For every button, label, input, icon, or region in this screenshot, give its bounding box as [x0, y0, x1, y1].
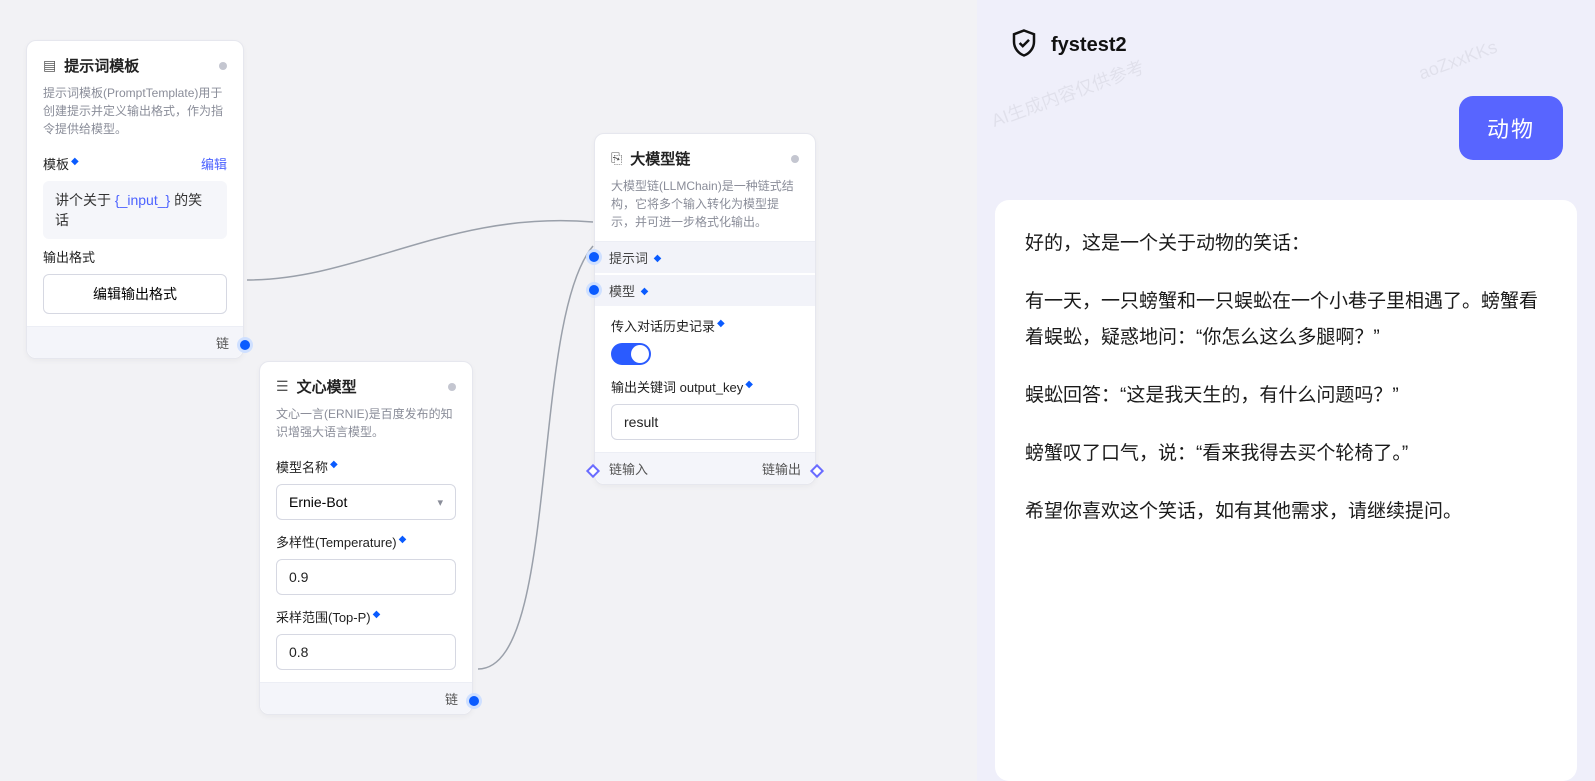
node-description: 文心一言(ERNIE)是百度发布的知识增强大语言模型。	[260, 401, 472, 451]
template-value-box[interactable]: 讲个关于 {_input_} 的笑话	[43, 181, 227, 239]
node-title: 文心模型	[297, 376, 357, 397]
status-dot	[448, 383, 456, 391]
chat-header: fystest2	[977, 0, 1595, 83]
prompt-row-label: 提示词	[609, 251, 648, 266]
chevron-down-icon: ▾	[437, 496, 443, 509]
template-field-label: 模板	[43, 154, 69, 173]
history-label: 传入对话历史记录	[611, 316, 715, 335]
template-icon: ▤	[43, 57, 56, 74]
topp-label: 采样范围(Top-P)	[276, 607, 371, 626]
template-text-prefix: 讲个关于	[55, 192, 111, 208]
template-variable: {_input_}	[115, 192, 170, 208]
model-name-label: 模型名称	[276, 457, 328, 476]
chat-title: fystest2	[1051, 34, 1127, 57]
prompt-template-node[interactable]: ▤ 提示词模板 提示词模板(PromptTemplate)用于创建提示并定义输出…	[26, 40, 244, 359]
required-marker: ◆	[745, 379, 753, 390]
output-port[interactable]	[240, 340, 250, 350]
edit-template-link[interactable]: 编辑	[201, 154, 227, 173]
status-dot	[791, 155, 799, 163]
flow-canvas[interactable]: ▤ 提示词模板 提示词模板(PromptTemplate)用于创建提示并定义输出…	[0, 0, 977, 781]
temperature-label: 多样性(Temperature)	[276, 532, 397, 551]
link-icon: ⎘	[611, 150, 622, 167]
history-toggle[interactable]	[611, 343, 651, 365]
edit-output-format-button[interactable]: 编辑输出格式	[43, 274, 227, 314]
required-marker: ◆	[641, 286, 649, 297]
chain-input-label: 链输入	[609, 459, 648, 478]
assistant-paragraph: 好的，这是一个关于动物的笑话：	[1025, 226, 1547, 262]
status-dot	[219, 62, 227, 70]
model-input-row: 模型 ◆	[595, 275, 815, 306]
model-name-value: Ernie-Bot	[289, 494, 347, 510]
model-name-select[interactable]: Ernie-Bot ▾	[276, 484, 456, 520]
node-description: 大模型链(LLMChain)是一种链式结构，它将多个输入转化为模型提示，并可进一…	[595, 173, 815, 241]
topp-input[interactable]: 0.8	[276, 634, 456, 670]
node-description: 提示词模板(PromptTemplate)用于创建提示并定义输出格式，作为指令提…	[27, 80, 243, 148]
model-icon: ☰	[276, 378, 289, 395]
prompt-input-row: 提示词 ◆	[595, 241, 815, 273]
assistant-paragraph: 蜈蚣回答：“这是我天生的，有什么问题吗？”	[1025, 378, 1547, 414]
required-marker: ◆	[373, 609, 381, 620]
required-marker: ◆	[399, 534, 407, 545]
output-format-label: 输出格式	[43, 247, 95, 266]
footer-chain-label: 链	[216, 333, 229, 352]
required-marker: ◆	[654, 253, 662, 264]
output-port[interactable]	[469, 696, 479, 706]
chain-output-label: 链输出	[762, 459, 801, 478]
required-marker: ◆	[71, 156, 79, 167]
model-row-label: 模型	[609, 284, 635, 299]
ernie-model-node[interactable]: ☰ 文心模型 文心一言(ERNIE)是百度发布的知识增强大语言模型。 模型名称 …	[259, 361, 473, 715]
llm-chain-node[interactable]: ⎘ 大模型链 大模型链(LLMChain)是一种链式结构，它将多个输入转化为模型…	[594, 133, 816, 485]
assistant-paragraph: 希望你喜欢这个笑话，如有其他需求，请继续提问。	[1025, 494, 1547, 530]
user-message-bubble: 动物	[1459, 96, 1563, 160]
output-key-label: 输出关键词 output_key	[611, 377, 743, 396]
temperature-input[interactable]: 0.9	[276, 559, 456, 595]
node-title: 提示词模板	[64, 55, 139, 76]
prompt-input-port[interactable]	[589, 252, 599, 262]
required-marker: ◆	[717, 318, 725, 329]
assistant-message-card: 好的，这是一个关于动物的笑话： 有一天，一只螃蟹和一只蜈蚣在一个小巷子里相遇了。…	[995, 200, 1577, 781]
output-key-input[interactable]: result	[611, 404, 799, 440]
chat-panel: AI生成内容仅供参考 aoZxxKKs aoZxxKKs aoZxxKKs ao…	[977, 0, 1595, 781]
model-input-port[interactable]	[589, 285, 599, 295]
required-marker: ◆	[330, 459, 338, 470]
assistant-paragraph: 有一天，一只螃蟹和一只蜈蚣在一个小巷子里相遇了。螃蟹看着蜈蚣，疑惑地问：“你怎么…	[1025, 284, 1547, 356]
shield-check-icon	[1009, 28, 1039, 63]
footer-chain-label: 链	[445, 689, 458, 708]
assistant-paragraph: 螃蟹叹了口气，说：“看来我得去买个轮椅了。”	[1025, 436, 1547, 472]
node-title: 大模型链	[630, 148, 690, 169]
